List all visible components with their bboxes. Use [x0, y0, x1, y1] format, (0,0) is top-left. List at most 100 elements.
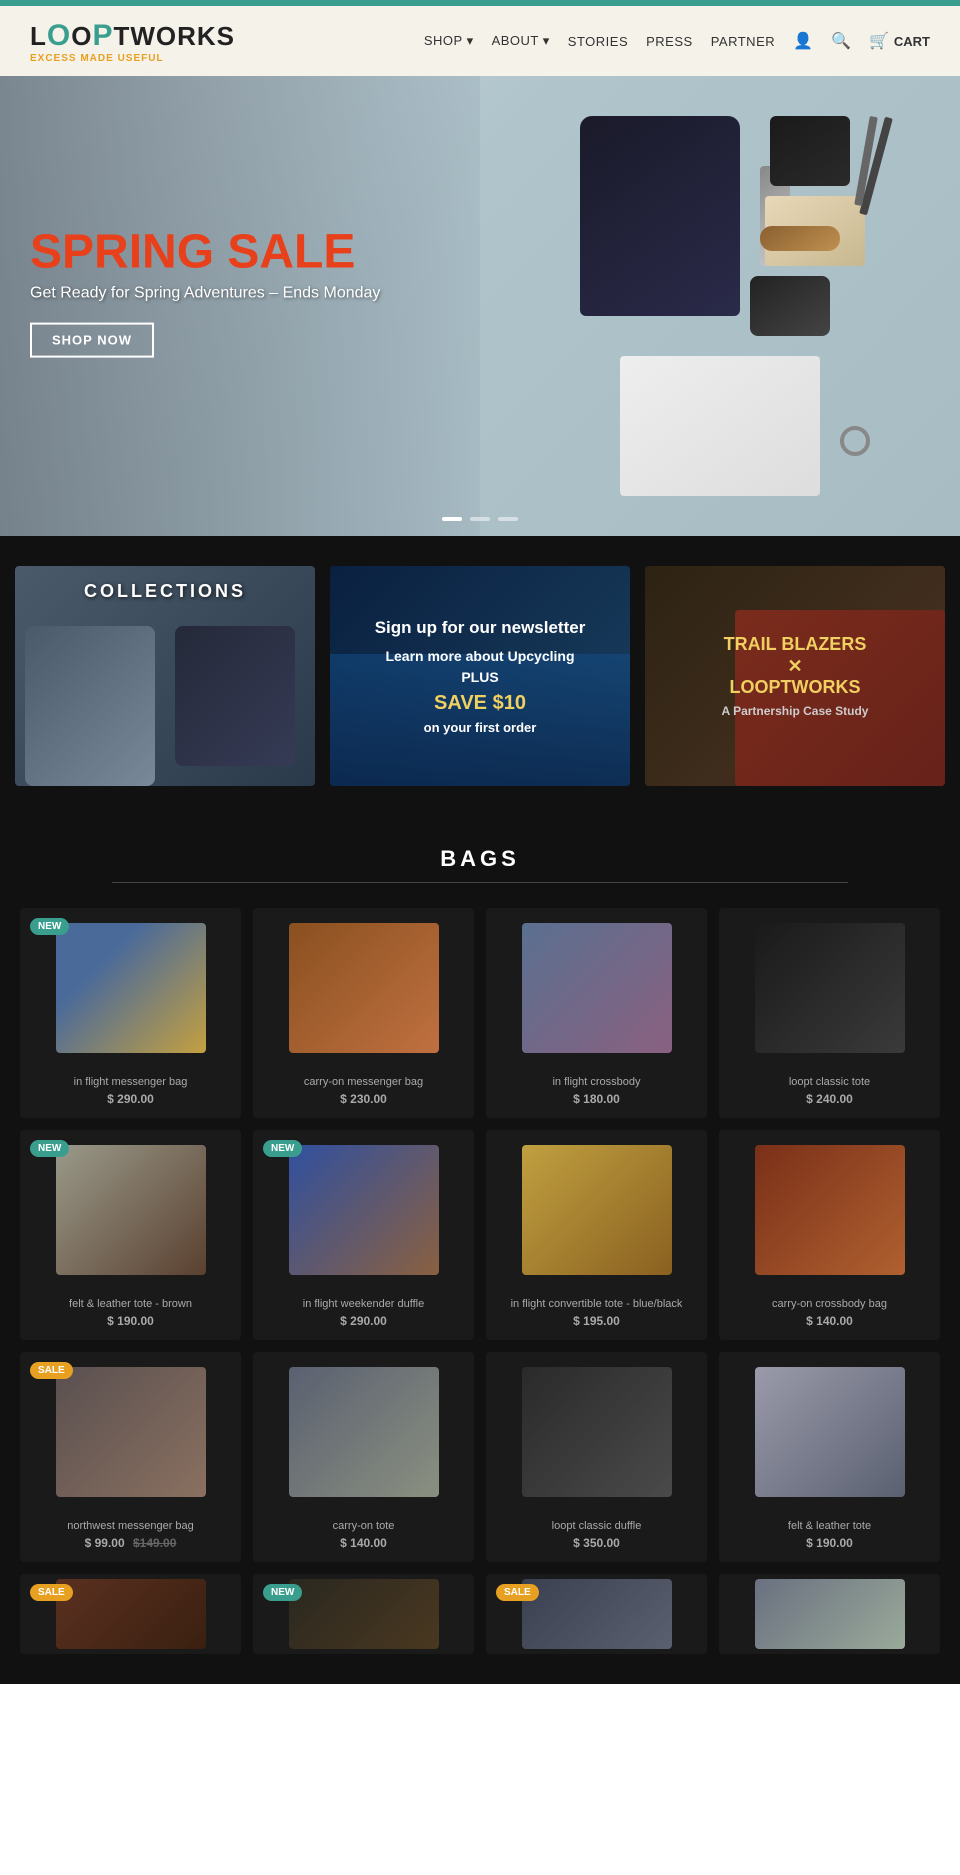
- product-card[interactable]: SALE: [486, 1574, 707, 1654]
- cart-button[interactable]: 🛒 CART: [869, 31, 930, 51]
- bag-image: [56, 1579, 206, 1649]
- nav-about[interactable]: ABOUT ▾: [492, 33, 550, 49]
- product-name: Loopt Classic Duffle: [496, 1520, 697, 1532]
- product-card[interactable]: NEW: [253, 1574, 474, 1654]
- product-image: [719, 1352, 940, 1512]
- product-card[interactable]: Felt & Leather Tote $ 190.00: [719, 1352, 940, 1562]
- cart-icon: 🛒: [869, 31, 889, 51]
- logo-text: LOOPTWORKS: [30, 19, 235, 53]
- product-price: $ 140.00: [263, 1536, 464, 1550]
- hero-title: SPRING SALE: [30, 229, 380, 277]
- product-card[interactable]: SALE: [20, 1574, 241, 1654]
- newsletter-sub: on your first order: [340, 718, 620, 738]
- product-image: [719, 908, 940, 1068]
- collections-card[interactable]: COLLECTIONS: [15, 566, 315, 786]
- product-price: $ 195.00: [496, 1314, 697, 1328]
- partner-card[interactable]: TRAIL BLAZERS ✕ LOOPTWORKS A Partnership…: [645, 566, 945, 786]
- badge-new: NEW: [30, 918, 69, 935]
- bag-image: [522, 1145, 672, 1275]
- badge-new: NEW: [263, 1140, 302, 1157]
- bags-divider: [112, 882, 848, 883]
- bags-title: BAGS: [20, 846, 940, 872]
- dot-3[interactable]: [498, 517, 518, 521]
- search-icon[interactable]: 🔍: [831, 31, 851, 51]
- product-card[interactable]: NEW Felt & Leather Tote - Brown $ 190.00: [20, 1130, 241, 1340]
- product-name: Loopt Classic Tote: [729, 1076, 930, 1088]
- nav-partner[interactable]: PARTNER: [711, 34, 775, 49]
- product-card[interactable]: Carry-On Messenger Bag $ 230.00: [253, 908, 474, 1118]
- product-info: Carry-On Crossbody Bag $ 140.00: [719, 1290, 940, 1340]
- badge-sale: SALE: [30, 1362, 73, 1379]
- logo-tagline: EXCESS MADE USEFUL: [30, 53, 235, 64]
- nav-stories[interactable]: STORIES: [568, 34, 628, 49]
- product-card[interactable]: SALE Northwest Messenger Bag $ 99.00 $14…: [20, 1352, 241, 1562]
- bag-image: [522, 1367, 672, 1497]
- bag-image: [522, 1579, 672, 1649]
- product-info: Northwest Messenger Bag $ 99.00 $149.00: [20, 1512, 241, 1562]
- partner-sub: A Partnership Case Study: [655, 704, 935, 718]
- badge-new: NEW: [263, 1584, 302, 1601]
- product-price: $ 350.00: [496, 1536, 697, 1550]
- product-name: In Flight Weekender Duffle: [263, 1298, 464, 1310]
- product-card[interactable]: Loopt Classic Duffle $ 350.00: [486, 1352, 707, 1562]
- product-name: Carry-On Crossbody Bag: [729, 1298, 930, 1310]
- product-image: [486, 908, 707, 1068]
- product-price: $ 230.00: [263, 1092, 464, 1106]
- product-price: $ 180.00: [496, 1092, 697, 1106]
- product-card[interactable]: Carry-On Tote $ 140.00: [253, 1352, 474, 1562]
- bags-section: BAGS NEW In Flight Messenger Bag $ 290.0…: [0, 816, 960, 1684]
- newsletter-content: Sign up for our newsletter Learn more ab…: [330, 605, 630, 747]
- logo[interactable]: LOOPTWORKS EXCESS MADE USEFUL: [30, 19, 235, 64]
- product-name: In Flight Messenger Bag: [30, 1076, 231, 1088]
- product-card[interactable]: In Flight Crossbody $ 180.00: [486, 908, 707, 1118]
- product-image: [719, 1130, 940, 1290]
- product-price: $ 240.00: [729, 1092, 930, 1106]
- product-price: $ 190.00: [30, 1314, 231, 1328]
- newsletter-plus: PLUS: [340, 667, 620, 688]
- header: LOOPTWORKS EXCESS MADE USEFUL SHOP ▾ ABO…: [0, 6, 960, 76]
- product-card[interactable]: NEW In Flight Messenger Bag $ 290.00: [20, 908, 241, 1118]
- bag-image: [56, 1145, 206, 1275]
- product-card[interactable]: NEW In Flight Weekender Duffle $ 290.00: [253, 1130, 474, 1340]
- product-price: $ 140.00: [729, 1314, 930, 1328]
- promo-section: COLLECTIONS Sign up for our newsletter L…: [0, 536, 960, 816]
- newsletter-card[interactable]: Sign up for our newsletter Learn more ab…: [330, 566, 630, 786]
- sale-price: $ 99.00: [85, 1536, 125, 1550]
- nav-press[interactable]: PRESS: [646, 34, 693, 49]
- product-info: Felt & Leather Tote $ 190.00: [719, 1512, 940, 1562]
- badge-sale: SALE: [30, 1584, 73, 1601]
- product-name: Carry-On Tote: [263, 1520, 464, 1532]
- partner-line2: ✕: [655, 656, 935, 678]
- product-price: $ 99.00 $149.00: [30, 1536, 231, 1550]
- dot-1[interactable]: [442, 517, 462, 521]
- bag-image: [755, 1367, 905, 1497]
- account-icon[interactable]: 👤: [793, 31, 813, 51]
- product-price: $ 290.00: [263, 1314, 464, 1328]
- cart-label: CART: [894, 34, 930, 49]
- bag-image: [755, 1145, 905, 1275]
- product-info: Loopt Classic Tote $ 240.00: [719, 1068, 940, 1118]
- collections-label: COLLECTIONS: [84, 581, 246, 602]
- product-card[interactable]: In Flight Convertible Tote - Blue/Black …: [486, 1130, 707, 1340]
- product-info: Carry-On Tote $ 140.00: [253, 1512, 474, 1562]
- product-image: [486, 1130, 707, 1290]
- hero-dots: [442, 517, 518, 521]
- newsletter-body: Learn more about Upcycling: [340, 646, 620, 667]
- shop-now-button[interactable]: SHOP NOW: [30, 323, 154, 358]
- nav-shop[interactable]: SHOP ▾: [424, 33, 474, 49]
- product-info: Loopt Classic Duffle $ 350.00: [486, 1512, 707, 1562]
- product-grid-row4: SALE NEW SALE: [20, 1574, 940, 1654]
- product-name: In Flight Convertible Tote - Blue/Black: [496, 1298, 697, 1310]
- hero-subtitle: Get Ready for Spring Adventures – Ends M…: [30, 285, 380, 303]
- product-card[interactable]: [719, 1574, 940, 1654]
- bag-image: [755, 1579, 905, 1649]
- product-card[interactable]: Carry-On Crossbody Bag $ 140.00: [719, 1130, 940, 1340]
- product-card[interactable]: Loopt Classic Tote $ 240.00: [719, 908, 940, 1118]
- dot-2[interactable]: [470, 517, 490, 521]
- product-name: Northwest Messenger Bag: [30, 1520, 231, 1532]
- hero-products: [460, 99, 940, 513]
- product-grid-row3: SALE Northwest Messenger Bag $ 99.00 $14…: [20, 1352, 940, 1562]
- newsletter-title: Sign up for our newsletter: [340, 615, 620, 641]
- bag-image: [56, 1367, 206, 1497]
- bag-image: [755, 923, 905, 1053]
